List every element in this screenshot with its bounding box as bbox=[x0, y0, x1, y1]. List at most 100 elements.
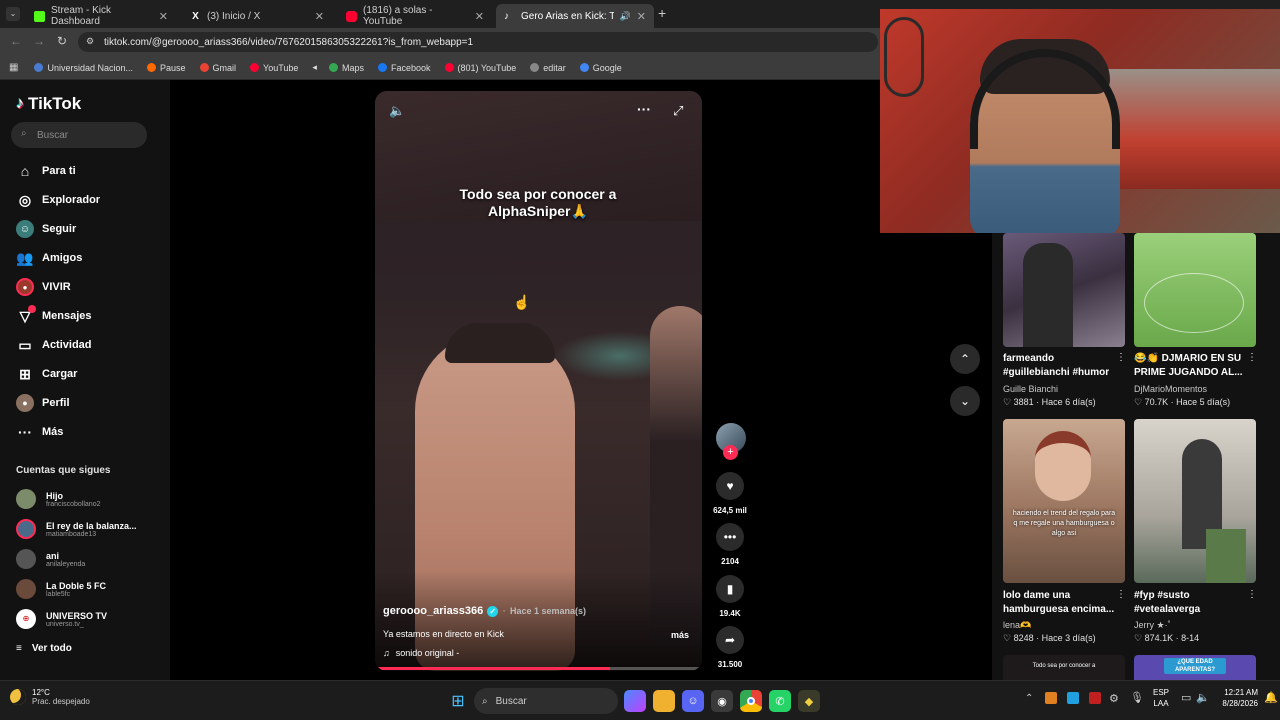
close-icon[interactable]: ✕ bbox=[475, 10, 484, 23]
following-account[interactable]: El rey de la balanza... matiamboade13 bbox=[16, 519, 137, 539]
nav-perfil[interactable]: ● Perfil bbox=[16, 394, 70, 412]
following-account[interactable]: ⊕ UNIVERSO TV universo.tv_ bbox=[16, 609, 107, 629]
video-author[interactable]: Jerry ★·˚ bbox=[1134, 620, 1171, 631]
nav-vivir[interactable]: ● VIVIR bbox=[16, 278, 71, 296]
previous-video-button[interactable]: ⌃ bbox=[950, 344, 980, 374]
nav-mas[interactable]: ··· Más bbox=[16, 423, 63, 441]
tab-x[interactable]: X (3) Inicio / X ✕ bbox=[182, 4, 332, 28]
comment-button[interactable]: ••• bbox=[716, 523, 744, 551]
tab-youtube[interactable]: (1816) a solas - YouTube ✕ bbox=[338, 4, 492, 28]
follow-plus-icon[interactable]: + bbox=[723, 445, 738, 460]
nav-cargar[interactable]: ⊞ Cargar bbox=[16, 365, 77, 383]
clock[interactable]: 12:21 AM 8/28/2026 bbox=[1216, 687, 1258, 709]
related-video-card[interactable] bbox=[1134, 233, 1256, 347]
video-player[interactable]: 🔈 ··· ⤢ Todo sea por conocer a AlphaSnip… bbox=[375, 91, 702, 671]
whatsapp-icon[interactable]: ✆ bbox=[769, 690, 791, 712]
related-video-card[interactable] bbox=[1003, 233, 1125, 347]
discord-icon[interactable]: ☺ bbox=[682, 690, 704, 712]
following-account[interactable]: Hijo franciscobollano2 bbox=[16, 489, 100, 509]
close-icon[interactable]: ✕ bbox=[315, 10, 324, 23]
more-vertical-icon[interactable]: ⋮ bbox=[1116, 589, 1126, 600]
bookmark-item[interactable]: Maps bbox=[328, 63, 364, 73]
video-title[interactable]: 😂👏 DJMARIO EN SU PRIME JUGANDO AL... bbox=[1134, 352, 1254, 380]
video-title[interactable]: farmeando #guillebianchi #humor bbox=[1003, 352, 1123, 380]
nav-para-ti[interactable]: ⌂ Para ti bbox=[16, 162, 76, 180]
video-author[interactable]: DjMarioMomentos bbox=[1134, 384, 1207, 394]
tab-list-chevron-icon[interactable]: ⌄ bbox=[6, 7, 20, 21]
tray-app-icon[interactable] bbox=[1045, 692, 1057, 704]
related-video-card[interactable]: Todo sea por conocer a bbox=[1003, 655, 1125, 680]
related-video-card[interactable] bbox=[1134, 419, 1256, 583]
sound-row[interactable]: ♫ sonido original - bbox=[383, 648, 459, 658]
nav-explorador[interactable]: ◎ Explorador bbox=[16, 191, 100, 209]
bookmark-item[interactable]: Gmail bbox=[199, 63, 236, 73]
forward-icon[interactable]: → bbox=[33, 34, 45, 48]
bookmark-item[interactable]: Facebook bbox=[377, 63, 431, 73]
chrome-icon[interactable] bbox=[740, 690, 762, 712]
obs-icon[interactable]: ◉ bbox=[711, 690, 733, 712]
back-icon[interactable]: ← bbox=[10, 34, 22, 48]
bookmark-item[interactable]: Google bbox=[579, 63, 622, 73]
copilot-icon[interactable] bbox=[624, 690, 646, 712]
nav-actividad[interactable]: ▭ Actividad bbox=[16, 336, 91, 354]
share-button[interactable]: ➦ bbox=[716, 626, 744, 654]
network-icon[interactable]: ▭ bbox=[1181, 691, 1191, 704]
search-input[interactable]: ⌕ Buscar bbox=[11, 122, 147, 148]
tab-tiktok[interactable]: ♪ Gero Arias en Kick: Todo se 🔊 ✕ bbox=[496, 4, 654, 28]
site-info-icon[interactable]: ⚙ bbox=[86, 36, 94, 47]
video-author[interactable]: Guille Bianchi bbox=[1003, 384, 1058, 394]
webcam-fan bbox=[884, 17, 924, 97]
progress-track[interactable] bbox=[375, 667, 702, 670]
fullscreen-icon[interactable]: ⤢ bbox=[673, 103, 683, 119]
reload-icon[interactable]: ↻ bbox=[57, 34, 67, 48]
language-indicator[interactable]: ESP LAA bbox=[1153, 687, 1169, 709]
bookmark-item[interactable]: Pause bbox=[147, 63, 186, 73]
bookmark-item[interactable]: Universidad Nacion... bbox=[34, 63, 133, 73]
tray-app-icon[interactable] bbox=[1089, 692, 1101, 704]
apps-icon[interactable]: ▦ bbox=[9, 62, 18, 73]
following-account[interactable]: La Doble 5 FC lable5fc bbox=[16, 579, 106, 599]
tray-chevron-icon[interactable]: ⌃ bbox=[1025, 693, 1033, 704]
more-options-icon[interactable]: ··· bbox=[637, 101, 651, 117]
bookmark-item[interactable]: YouTube bbox=[250, 63, 298, 73]
volume-icon[interactable]: 🔈 bbox=[389, 103, 405, 119]
video-title[interactable]: #fyp #susto #vetealaverga bbox=[1134, 589, 1254, 617]
save-button[interactable]: ▮ bbox=[716, 575, 744, 603]
video-author[interactable]: lena🫶 bbox=[1003, 620, 1031, 631]
following-account[interactable]: ani anilaleyenda bbox=[16, 549, 85, 569]
more-link[interactable]: más bbox=[671, 630, 689, 640]
taskbar-search[interactable]: ⌕ Buscar bbox=[474, 688, 618, 714]
nav-seguir[interactable]: ☺ Seguir bbox=[16, 220, 76, 238]
nav-amigos[interactable]: 👥 Amigos bbox=[16, 249, 82, 267]
new-tab-button[interactable]: + bbox=[658, 5, 666, 21]
more-vertical-icon[interactable]: ⋮ bbox=[1247, 352, 1257, 363]
tiktok-logo[interactable]: ♪ TikTok bbox=[16, 94, 81, 114]
video-title[interactable]: lolo dame una hamburguesa encima... bbox=[1003, 589, 1123, 617]
windows-start-icon[interactable]: ⊞ bbox=[447, 690, 469, 712]
app-icon[interactable]: ◆ bbox=[798, 690, 820, 712]
tray-steam-icon[interactable]: ⚙ bbox=[1109, 692, 1119, 705]
speaker-icon[interactable]: 🔊 bbox=[620, 11, 631, 22]
weather-widget[interactable]: 12°C Prac. despejado bbox=[10, 688, 90, 706]
tab-kick[interactable]: Stream - Kick Dashboard ✕ bbox=[26, 4, 176, 28]
like-button[interactable]: ♥ bbox=[716, 472, 744, 500]
tray-app-icon[interactable] bbox=[1067, 692, 1079, 704]
notification-bell-icon[interactable]: 🔔 bbox=[1264, 691, 1278, 704]
bookmark-item[interactable]: editar bbox=[530, 63, 566, 73]
file-explorer-icon[interactable] bbox=[653, 690, 675, 712]
bookmark-arrow-icon[interactable]: ◂ bbox=[312, 62, 317, 73]
related-video-card[interactable]: haciendo el trend del regalo para q me r… bbox=[1003, 419, 1125, 583]
related-video-card[interactable]: ¿QUE EDAD APARENTAS? bbox=[1134, 655, 1256, 680]
more-vertical-icon[interactable]: ⋮ bbox=[1116, 352, 1126, 363]
more-vertical-icon[interactable]: ⋮ bbox=[1247, 589, 1257, 600]
close-icon[interactable]: ✕ bbox=[637, 10, 646, 23]
next-video-button[interactable]: ⌄ bbox=[950, 386, 980, 416]
microphone-icon[interactable]: 🎙 bbox=[1130, 691, 1144, 704]
see-all-link[interactable]: ≡ Ver todo bbox=[16, 643, 72, 654]
volume-icon[interactable]: 🔈 bbox=[1196, 691, 1210, 704]
video-author[interactable]: geroooo_ariass366 bbox=[383, 605, 483, 617]
url-field[interactable]: ⚙ tiktok.com/@geroooo_ariass366/video/76… bbox=[78, 32, 878, 52]
nav-mensajes[interactable]: ▽ Mensajes bbox=[16, 305, 92, 325]
close-icon[interactable]: ✕ bbox=[159, 10, 168, 23]
bookmark-item[interactable]: (801) YouTube bbox=[444, 63, 516, 73]
